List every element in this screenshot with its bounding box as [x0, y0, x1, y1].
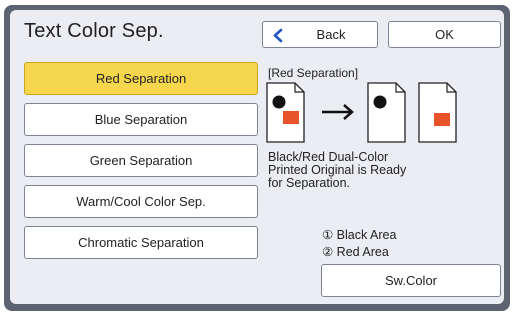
legend-red-area: ② Red Area	[322, 245, 389, 259]
warm-cool-separation-button[interactable]: Warm/Cool Color Sep.	[24, 185, 258, 218]
back-button[interactable]: Back	[262, 21, 378, 48]
chromatic-separation-button[interactable]: Chromatic Separation	[24, 226, 258, 259]
red-area-sheet-icon	[418, 82, 457, 143]
option-label: Blue Separation	[94, 112, 188, 127]
option-label: Warm/Cool Color Sep.	[76, 194, 206, 209]
original-sheet-icon	[266, 82, 305, 143]
preview-description: Black/Red Dual-Color Printed Original is…	[268, 150, 407, 190]
blue-separation-button[interactable]: Blue Separation	[24, 103, 258, 136]
red-separation-button[interactable]: Red Separation	[24, 62, 258, 95]
ok-button[interactable]: OK	[388, 21, 501, 48]
chevron-left-icon	[273, 28, 283, 43]
screen-title: Text Color Sep.	[24, 20, 164, 42]
ok-button-label: OK	[435, 27, 454, 42]
black-area-sheet-icon	[367, 82, 406, 143]
back-button-label: Back	[316, 27, 346, 42]
arrow-right-icon	[322, 104, 354, 120]
green-separation-button[interactable]: Green Separation	[24, 144, 258, 177]
option-label: Green Separation	[89, 153, 193, 168]
option-label: Red Separation	[95, 71, 187, 86]
legend-black-area: ① Black Area	[322, 228, 397, 242]
separation-diagram	[266, 82, 457, 143]
preview-label: [Red Separation]	[268, 66, 359, 80]
switch-color-button[interactable]: Sw.Color	[321, 264, 501, 297]
switch-color-label: Sw.Color	[384, 273, 438, 288]
option-label: Chromatic Separation	[78, 235, 204, 250]
